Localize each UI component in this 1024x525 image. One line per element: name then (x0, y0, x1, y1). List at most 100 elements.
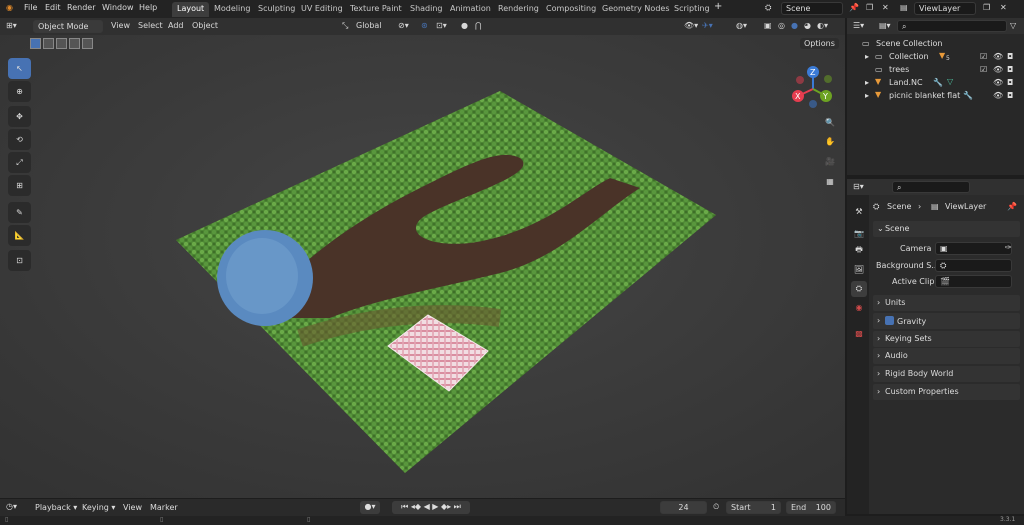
tab-texture-paint[interactable]: Texture Paint (345, 2, 407, 17)
playback-controls[interactable]: ⏮ ◂◆ ◀ ▶ ◆▸ ⏭ (392, 501, 470, 514)
record-button[interactable]: ●▾ (360, 501, 380, 514)
menu-window[interactable]: Window (102, 3, 134, 12)
snap-target-icon[interactable]: ⊡▾ (436, 21, 447, 30)
tab-compositing[interactable]: Compositing (541, 2, 601, 17)
gizmo-toggle-icon[interactable]: ✈▾ (702, 21, 713, 30)
timeline-editor-icon[interactable]: ◷▾ (6, 502, 17, 511)
eyedropper-icon[interactable]: ✑ (1005, 243, 1012, 252)
scene-icon[interactable]: ⛭ (765, 3, 771, 13)
keying-menu[interactable]: Keying ▾ (82, 503, 115, 512)
tab-geometry-nodes[interactable]: Geometry Nodes (597, 2, 674, 17)
outliner-row-trees[interactable]: ▭ trees ☑ 👁 ◘ (847, 63, 1024, 76)
menu-help[interactable]: Help (139, 3, 157, 12)
tab-layout[interactable]: Layout (172, 2, 210, 17)
timeline-view-menu[interactable]: View (123, 503, 142, 512)
remove-viewlayer-icon[interactable]: ✕ (1000, 3, 1007, 12)
menu-select[interactable]: Select (138, 21, 163, 30)
panel-gravity[interactable]: › Gravity (873, 313, 1020, 329)
shading-wireframe-icon[interactable]: ◎ (778, 21, 785, 30)
eye-icon[interactable]: 👁 (993, 52, 1003, 61)
shading-material-icon[interactable]: ◕ (804, 21, 811, 30)
measure-tool[interactable]: 📐 (8, 225, 31, 246)
3d-viewport[interactable]: ⊞▾ Object Mode View Select Add Object ⤡ … (0, 18, 845, 498)
panel-custom-properties[interactable]: › Custom Properties (873, 384, 1020, 400)
viewlayer-icon[interactable]: ▤ (900, 3, 908, 12)
properties-editor-icon[interactable]: ⊟▾ (853, 182, 864, 191)
orientation-dropdown[interactable]: Global (356, 21, 382, 30)
tab-scripting[interactable]: Scripting (669, 2, 715, 17)
viewlayer-field[interactable]: ViewLayer (914, 2, 976, 15)
outliner-editor-icon[interactable]: ☰▾ (853, 21, 864, 30)
eye-icon[interactable]: 👁 (993, 91, 1003, 100)
tab-animation[interactable]: Animation (445, 2, 496, 17)
menu-render[interactable]: Render (67, 3, 95, 12)
start-frame-field[interactable]: Start 1 (726, 501, 781, 514)
overlay-icon[interactable]: ◍▾ (736, 21, 747, 30)
clock-icon[interactable]: ⏲ (713, 502, 719, 512)
visibility-icon[interactable]: 👁▾ (684, 21, 698, 30)
options-dropdown[interactable]: Options (800, 38, 839, 49)
render-camera-icon[interactable]: ◘ (1007, 78, 1013, 87)
eye-icon[interactable]: 👁 (993, 78, 1003, 87)
expand-arrow-icon[interactable]: ▸ (865, 78, 869, 87)
falloff-icon[interactable]: ⋂ (475, 21, 482, 30)
shading-solid-icon[interactable]: ● (791, 21, 798, 30)
menu-object[interactable]: Object (192, 21, 218, 30)
render-camera-icon[interactable]: ◘ (1007, 91, 1013, 100)
render-camera-icon[interactable]: ◘ (1007, 65, 1013, 74)
snap-icon[interactable]: ⊛ (421, 21, 428, 30)
gravity-checkbox[interactable] (885, 316, 894, 325)
end-frame-field[interactable]: End 100 (786, 501, 836, 514)
camera-field[interactable]: ▣ (935, 242, 1012, 255)
copy-viewlayer-icon[interactable]: ❐ (983, 3, 990, 12)
render-camera-icon[interactable]: ◘ (1007, 52, 1013, 61)
menu-view[interactable]: View (111, 21, 130, 30)
outliner-row-collection[interactable]: ▸ ▭ Collection ▼ 5 ☑ 👁 ◘ (847, 50, 1024, 63)
editor-type-icon[interactable]: ⊞▾ (6, 21, 17, 30)
mode-dropdown[interactable]: Object Mode (33, 20, 103, 33)
expand-arrow-icon[interactable]: ▸ (865, 91, 869, 100)
panel-units[interactable]: › Units (873, 295, 1020, 311)
world-tab-icon[interactable]: ◉ (851, 299, 867, 315)
perspective-toggle-button[interactable]: ▦ (821, 172, 839, 190)
pivot-icon[interactable]: ⊘▾ (398, 21, 409, 30)
eye-icon[interactable]: 👁 (993, 65, 1003, 74)
annotate-tool[interactable]: ✎ (8, 202, 31, 223)
current-frame-field[interactable]: 24 (660, 501, 707, 514)
orientation-icon[interactable]: ⤡ (342, 21, 348, 31)
exclude-checkbox[interactable]: ☑ (980, 65, 987, 74)
menu-file[interactable]: File (24, 3, 37, 12)
expand-arrow-icon[interactable]: ▸ (865, 52, 869, 61)
select-extend-icon[interactable] (43, 38, 54, 49)
exclude-checkbox[interactable]: ☑ (980, 52, 987, 61)
timeline-marker-menu[interactable]: Marker (150, 503, 178, 512)
select-intersect-icon[interactable] (82, 38, 93, 49)
select-box-tool[interactable]: ↖ (8, 58, 31, 79)
navigation-gizmo[interactable]: Z X Y (788, 64, 838, 114)
delete-scene-icon[interactable]: ✕ (882, 3, 889, 12)
select-subtract-icon[interactable] (56, 38, 67, 49)
scene-collection-label[interactable]: Scene Collection (876, 39, 943, 48)
xray-icon[interactable]: ▣ (764, 21, 772, 30)
new-scene-icon[interactable]: ❐ (866, 3, 873, 12)
add-workspace-button[interactable]: + (714, 1, 722, 12)
scene-tab-icon[interactable]: ⛭ (851, 281, 867, 297)
panel-audio[interactable]: › Audio (873, 348, 1020, 364)
zoom-button[interactable]: 🔍 (821, 113, 839, 131)
shading-rendered-icon[interactable]: ◐▾ (817, 21, 828, 30)
tab-shading[interactable]: Shading (405, 2, 448, 17)
outliner-row-blanket[interactable]: ▸ ▼ picnic blanket flat 🔧 👁 ◘ (847, 89, 1024, 102)
move-tool[interactable]: ✥ (8, 106, 31, 127)
tool-tab-icon[interactable]: ⚒ (851, 203, 867, 219)
scene-field[interactable]: Scene (781, 2, 843, 15)
panel-rigid-body-world[interactable]: › Rigid Body World (873, 366, 1020, 382)
menu-add[interactable]: Add (168, 21, 184, 30)
transform-tool[interactable]: ⊞ (8, 175, 31, 196)
playback-menu[interactable]: Playback ▾ (35, 503, 77, 512)
scale-tool[interactable]: ⤢ (8, 152, 31, 173)
pin-icon[interactable]: 📌 (849, 3, 859, 12)
rotate-tool[interactable]: ⟲ (8, 129, 31, 150)
proportional-edit-icon[interactable]: ● (461, 21, 468, 30)
active-clip-field[interactable]: 🎬 (935, 275, 1012, 288)
display-mode-icon[interactable]: ▤▾ (879, 21, 891, 30)
